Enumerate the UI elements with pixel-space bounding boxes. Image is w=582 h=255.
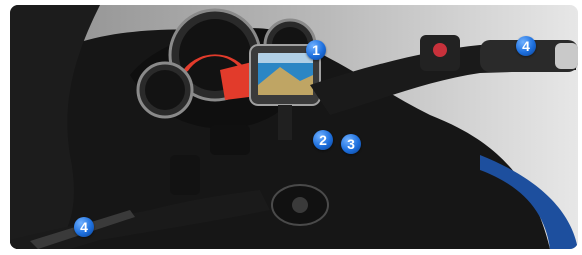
callout-marker-2: 2 bbox=[313, 130, 333, 150]
kill-switch-button bbox=[433, 43, 447, 57]
callout-marker-4-right-grip: 4 bbox=[516, 36, 536, 56]
callout-marker-4-left-grip: 4 bbox=[74, 217, 94, 237]
callout-marker-1: 1 bbox=[306, 40, 326, 60]
callout-marker-3: 3 bbox=[341, 134, 361, 154]
scene-illustration bbox=[10, 5, 578, 249]
scooter-handlebar-photo bbox=[10, 5, 578, 249]
gps-mount-stem bbox=[278, 105, 292, 140]
photo-frame: 1 2 3 4 4 bbox=[0, 0, 582, 255]
